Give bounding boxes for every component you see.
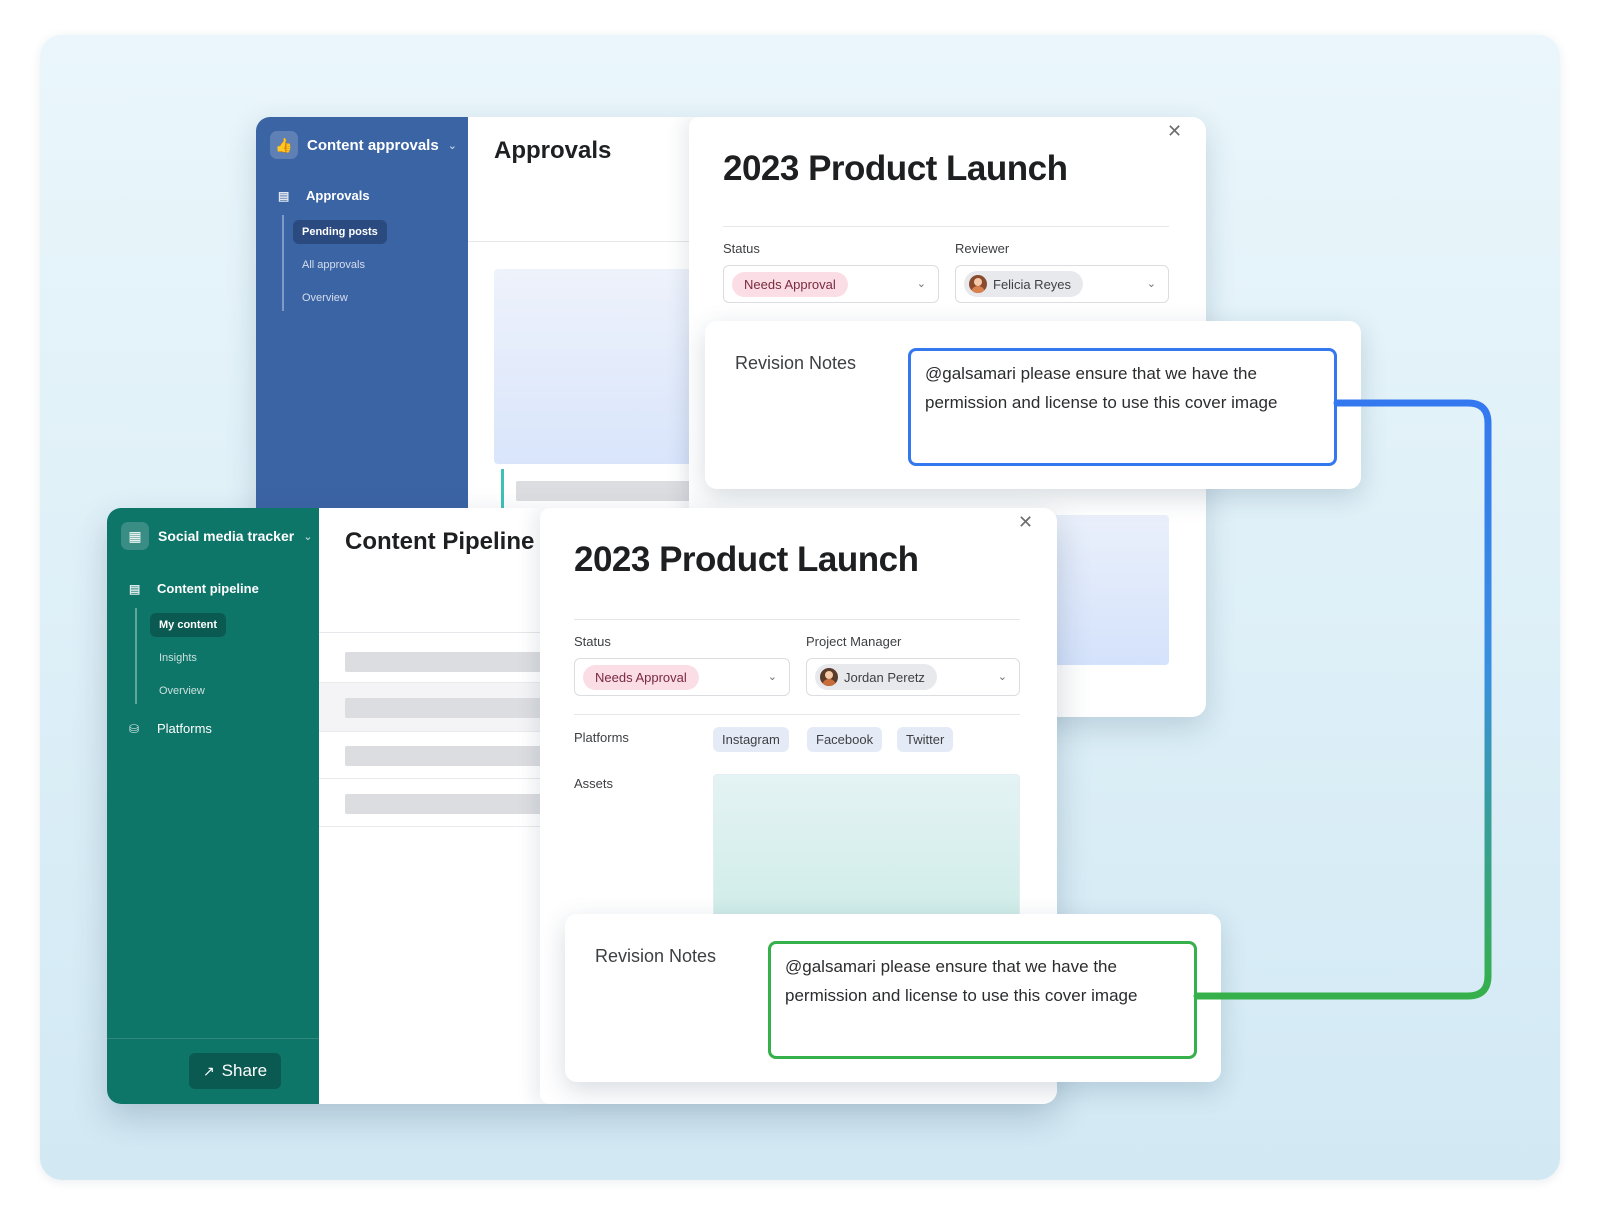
sidebar-platforms-label: Platforms [157,721,212,736]
divider [574,619,1020,620]
board-icon: ▤ [278,188,290,203]
platforms-label: Platforms [574,730,629,745]
sidebar-section-label: Approvals [306,188,370,203]
reviewer-chip: Felicia Reyes [964,271,1084,297]
revision-notes-label: Revision Notes [735,353,857,373]
share-button[interactable]: ↗ Share [189,1053,281,1089]
nav-tree-line [282,215,284,311]
project-manager-label: Project Manager [806,634,902,649]
card-accent [501,469,504,509]
project-manager-chip: Jordan Peretz [815,664,937,690]
platform-tag-instagram[interactable]: Instagram [713,727,789,752]
chevron-down-icon: ⌄ [303,530,313,543]
content-card-preview[interactable] [494,269,694,464]
page-title: Approvals [494,137,612,164]
sidebar-item-approvals[interactable]: ▤ Approvals [278,188,370,203]
chevron-down-icon: ⌄ [447,139,457,152]
revision-notes-card: Revision Notes @galsamari please ensure … [705,321,1361,489]
task-title: 2023 Product Launch [574,540,919,579]
workspace-header[interactable]: 👍 Content approvals ⌄ [270,131,457,159]
divider [107,1038,319,1039]
status-select[interactable]: Needs Approval ⌄ [574,658,790,696]
sidebar-item-platforms[interactable]: ⛁ Platforms [129,721,212,736]
avatar [969,275,987,293]
share-icon: ↗ [202,1062,215,1079]
chevron-down-icon: ⌄ [997,671,1007,683]
task-title: 2023 Product Launch [723,149,1068,188]
divider [574,714,1020,715]
status-badge: Needs Approval [583,664,699,690]
divider [468,241,698,242]
calendar-icon: ▦ [121,522,149,550]
database-icon: ⛁ [129,721,140,736]
sidebar-item-overview[interactable]: Overview [159,685,205,697]
chevron-down-icon: ⌄ [1146,278,1156,290]
status-badge: Needs Approval [732,271,848,297]
workspace-title: Content approvals [307,136,439,154]
project-manager-name: Jordan Peretz [844,669,925,685]
divider [723,226,1169,227]
sidebar-item-overview[interactable]: Overview [302,292,348,304]
reviewer-label: Reviewer [955,241,1010,256]
share-label: Share [221,1061,268,1080]
placeholder-bar [345,652,545,672]
sidebar-item-insights[interactable]: Insights [159,652,197,664]
revision-notes-label: Revision Notes [595,946,717,966]
page-title: Content Pipeline [345,528,535,555]
workspace-title: Social media tracker [158,528,295,544]
chevron-down-icon: ⌄ [767,671,777,683]
workspace-header[interactable]: ▦ Social media tracker ⌄ [121,522,312,550]
avatar [820,668,838,686]
chevron-down-icon: ⌄ [916,278,926,290]
row-divider [319,731,549,732]
thumbs-up-icon: 👍 [270,131,298,159]
sidebar-item-content-pipeline[interactable]: ▤ Content pipeline [129,581,259,596]
nav-tree-line [135,608,137,704]
divider [319,632,549,633]
tracker-sidebar: ▦ Social media tracker ⌄ ▤ Content pipel… [107,508,319,1104]
status-label: Status [723,241,760,256]
row-divider [319,826,549,827]
placeholder-bar [516,481,696,501]
close-icon[interactable]: ✕ [1167,121,1182,142]
platform-tag-facebook[interactable]: Facebook [807,727,883,752]
asset-preview[interactable] [713,774,1020,924]
revision-notes-card: Revision Notes @galsamari please ensure … [565,914,1221,1082]
placeholder-bar [345,698,545,718]
row-divider [319,778,549,779]
sidebar-item-pending-posts[interactable]: Pending posts [293,220,387,244]
platform-tag-twitter[interactable]: Twitter [897,727,954,752]
status-label: Status [574,634,611,649]
board-icon: ▤ [129,581,141,596]
placeholder-bar [345,746,545,766]
project-manager-select[interactable]: Jordan Peretz ⌄ [806,658,1020,696]
revision-notes-field[interactable]: @galsamari please ensure that we have th… [908,348,1337,466]
sidebar-section-label: Content pipeline [157,581,259,596]
reviewer-name: Felicia Reyes [993,276,1072,292]
revision-notes-field[interactable]: @galsamari please ensure that we have th… [768,941,1197,1059]
placeholder-bar [345,794,545,814]
sidebar-item-my-content[interactable]: My content [150,613,227,637]
assets-label: Assets [574,776,614,791]
close-icon[interactable]: ✕ [1018,512,1033,533]
reviewer-select[interactable]: Felicia Reyes ⌄ [955,265,1169,303]
sidebar-item-all-approvals[interactable]: All approvals [302,259,365,271]
status-select[interactable]: Needs Approval ⌄ [723,265,939,303]
